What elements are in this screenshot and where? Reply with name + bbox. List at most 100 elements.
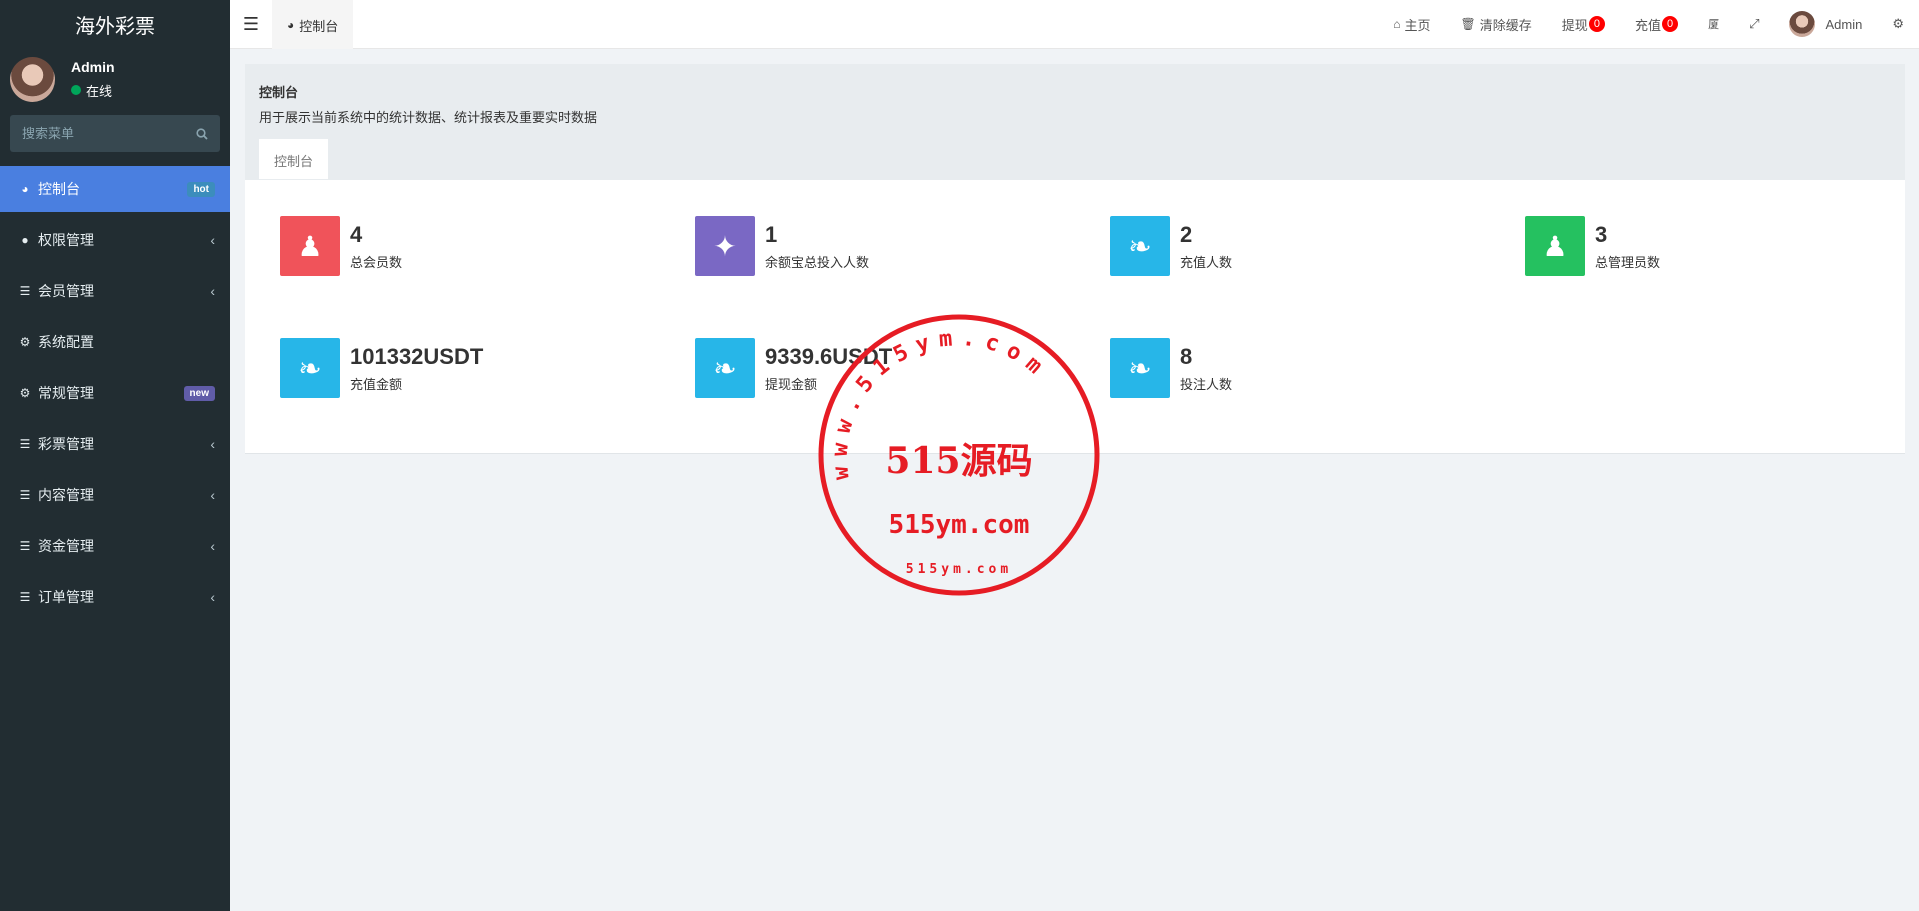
page-description: 用于展示当前系统中的统计数据、统计报表及重要实时数据 bbox=[259, 110, 598, 125]
hot-badge: hot bbox=[187, 181, 215, 197]
sidebar-item-label: 权限管理 bbox=[38, 232, 94, 248]
leaf-icon: ❧ bbox=[1110, 338, 1170, 398]
sidebar-toggle-button[interactable]: ☰ bbox=[230, 0, 272, 49]
gear-icon: ⚙ bbox=[19, 335, 31, 349]
stat-value: 4 bbox=[350, 221, 363, 247]
settings-button[interactable]: ⚙ bbox=[1877, 0, 1919, 49]
magic-wand-icon: ✦ bbox=[695, 216, 755, 276]
user-status-label: 在线 bbox=[86, 83, 113, 99]
top-header: ☰ ◕ 控制台 ⌂ 主页 🗑 清除缓存 提现 0 充值 0 厦 ⤢ Admin bbox=[230, 0, 1919, 49]
stat-value: 8 bbox=[1180, 343, 1193, 369]
recharge-count-badge: 0 bbox=[1661, 16, 1679, 32]
chevron-left-icon: ‹ bbox=[210, 283, 215, 299]
tab-label: 控制台 bbox=[299, 18, 339, 34]
dashboard-icon: ◕ bbox=[287, 18, 295, 32]
chevron-left-icon: ‹ bbox=[210, 232, 215, 248]
brand-logo[interactable]: 海外彩票 bbox=[0, 0, 230, 49]
user-panel: Admin 在线 bbox=[0, 49, 230, 111]
stat-total-members: ♟ 4 总会员数 bbox=[280, 216, 402, 276]
sidebar-item-general[interactable]: ⚙ 常规管理 new bbox=[0, 370, 230, 416]
search-input[interactable] bbox=[22, 126, 172, 141]
sidebar-item-label: 资金管理 bbox=[38, 538, 94, 554]
leaf-icon: ❧ bbox=[280, 338, 340, 398]
clear-cache-button[interactable]: 🗑 清除缓存 bbox=[1446, 0, 1547, 49]
stamp-bottom-text: 515ym.com bbox=[905, 562, 1013, 577]
stat-bettors: ❧ 8 投注人数 bbox=[1110, 338, 1232, 398]
stat-label: 余额宝总投入人数 bbox=[765, 254, 870, 270]
stat-label: 总会员数 bbox=[350, 254, 403, 270]
list-icon: ☰ bbox=[19, 590, 31, 604]
home-icon: ⌂ bbox=[1393, 17, 1401, 31]
chevron-left-icon: ‹ bbox=[210, 487, 215, 503]
user-menu[interactable]: Admin bbox=[1774, 0, 1877, 49]
admin-name: Admin bbox=[1825, 16, 1863, 32]
watermark-stamp: www.515ym.com 515源码 515ym.com 515ym.com bbox=[816, 312, 1102, 598]
sidebar-item-label: 内容管理 bbox=[38, 487, 94, 503]
recharge-label: 充值 bbox=[1634, 17, 1661, 33]
sidebar-item-orders[interactable]: ☰ 订单管理 ‹ bbox=[0, 574, 230, 620]
sidebar: 海外彩票 Admin 在线 ◕ 控制台 hot ● 权限管理 ‹ ☰ 会员管理 … bbox=[0, 0, 230, 911]
list-icon: ☰ bbox=[19, 437, 31, 451]
menu-search bbox=[10, 115, 220, 152]
sidebar-item-label: 彩票管理 bbox=[38, 436, 94, 452]
recharge-link[interactable]: 充值 0 bbox=[1620, 0, 1693, 49]
home-link[interactable]: ⌂ 主页 bbox=[1378, 0, 1445, 49]
stat-label: 充值人数 bbox=[1180, 254, 1233, 270]
tab-dashboard-panel[interactable]: 控制台 bbox=[259, 139, 329, 179]
clear-cache-label: 清除缓存 bbox=[1479, 17, 1532, 33]
user-icon: ♟ bbox=[1525, 216, 1585, 276]
stat-value: 101332USDT bbox=[350, 343, 484, 369]
home-label: 主页 bbox=[1404, 17, 1431, 33]
list-icon: ☰ bbox=[19, 539, 31, 553]
hamburger-icon: ☰ bbox=[242, 13, 260, 34]
stat-value: 2 bbox=[1180, 221, 1193, 247]
tab-dashboard[interactable]: ◕ 控制台 bbox=[272, 0, 354, 49]
withdraw-count-badge: 0 bbox=[1588, 16, 1605, 32]
page-title: 控制台 bbox=[259, 85, 299, 100]
sidebar-item-label: 控制台 bbox=[38, 181, 80, 197]
sidebar-menu: ◕ 控制台 hot ● 权限管理 ‹ ☰ 会员管理 ‹ ⚙ 系统配置 ⚙ 常规管… bbox=[0, 166, 230, 620]
stat-recharge-amount: ❧ 101332USDT 充值金额 bbox=[280, 338, 483, 398]
chevron-left-icon: ‹ bbox=[210, 538, 215, 554]
sidebar-item-lottery[interactable]: ☰ 彩票管理 ‹ bbox=[0, 421, 230, 467]
list-icon: ☰ bbox=[19, 284, 31, 298]
header-actions: ⌂ 主页 🗑 清除缓存 提现 0 充值 0 厦 ⤢ Admin ⚙ bbox=[1378, 0, 1919, 49]
withdraw-link[interactable]: 提现 0 bbox=[1547, 0, 1620, 49]
withdraw-label: 提现 bbox=[1561, 17, 1588, 33]
sidebar-item-label: 系统配置 bbox=[38, 334, 94, 350]
sidebar-item-dashboard[interactable]: ◕ 控制台 hot bbox=[0, 166, 230, 212]
chevron-left-icon: ‹ bbox=[210, 436, 215, 452]
avatar bbox=[1789, 11, 1816, 37]
stat-value: 3 bbox=[1595, 221, 1608, 247]
sidebar-item-system-config[interactable]: ⚙ 系统配置 bbox=[0, 319, 230, 365]
fullscreen-icon: ⤢ bbox=[1749, 16, 1760, 31]
leaf-icon: ❧ bbox=[695, 338, 755, 398]
sidebar-item-content[interactable]: ☰ 内容管理 ‹ bbox=[0, 472, 230, 518]
leaf-icon: ❧ bbox=[1110, 216, 1170, 276]
chevron-left-icon: ‹ bbox=[210, 589, 215, 605]
users-icon: ● bbox=[21, 233, 29, 247]
sidebar-item-permissions[interactable]: ● 权限管理 ‹ bbox=[0, 217, 230, 263]
stamp-sub-text: 515ym.com bbox=[888, 510, 1030, 540]
avatar bbox=[10, 56, 55, 102]
sidebar-item-members[interactable]: ☰ 会员管理 ‹ bbox=[0, 268, 230, 314]
stat-total-admins: ♟ 3 总管理员数 bbox=[1525, 216, 1660, 276]
stat-label: 充值金额 bbox=[350, 376, 403, 392]
language-button[interactable]: 厦 bbox=[1693, 0, 1734, 49]
list-icon: ☰ bbox=[19, 488, 31, 502]
cogs-icon: ⚙ bbox=[19, 386, 31, 400]
stat-label: 投注人数 bbox=[1180, 376, 1233, 392]
stat-label: 总管理员数 bbox=[1595, 254, 1661, 270]
fullscreen-button[interactable]: ⤢ bbox=[1734, 0, 1774, 49]
sidebar-item-funds[interactable]: ☰ 资金管理 ‹ bbox=[0, 523, 230, 569]
stat-value: 1 bbox=[765, 221, 778, 247]
stamp-main-text: 515源码 bbox=[885, 440, 1033, 482]
trash-icon: 🗑 bbox=[1460, 17, 1476, 31]
cogs-icon: ⚙ bbox=[1892, 16, 1904, 31]
sidebar-item-label: 会员管理 bbox=[38, 283, 94, 299]
translate-icon: 厦 bbox=[1708, 19, 1720, 31]
stat-recharge-users: ❧ 2 充值人数 bbox=[1110, 216, 1232, 276]
panel-heading: 控制台 用于展示当前系统中的统计数据、统计报表及重要实时数据 控制台 bbox=[245, 64, 1905, 180]
search-icon[interactable] bbox=[196, 127, 208, 140]
new-badge: new bbox=[183, 385, 215, 401]
